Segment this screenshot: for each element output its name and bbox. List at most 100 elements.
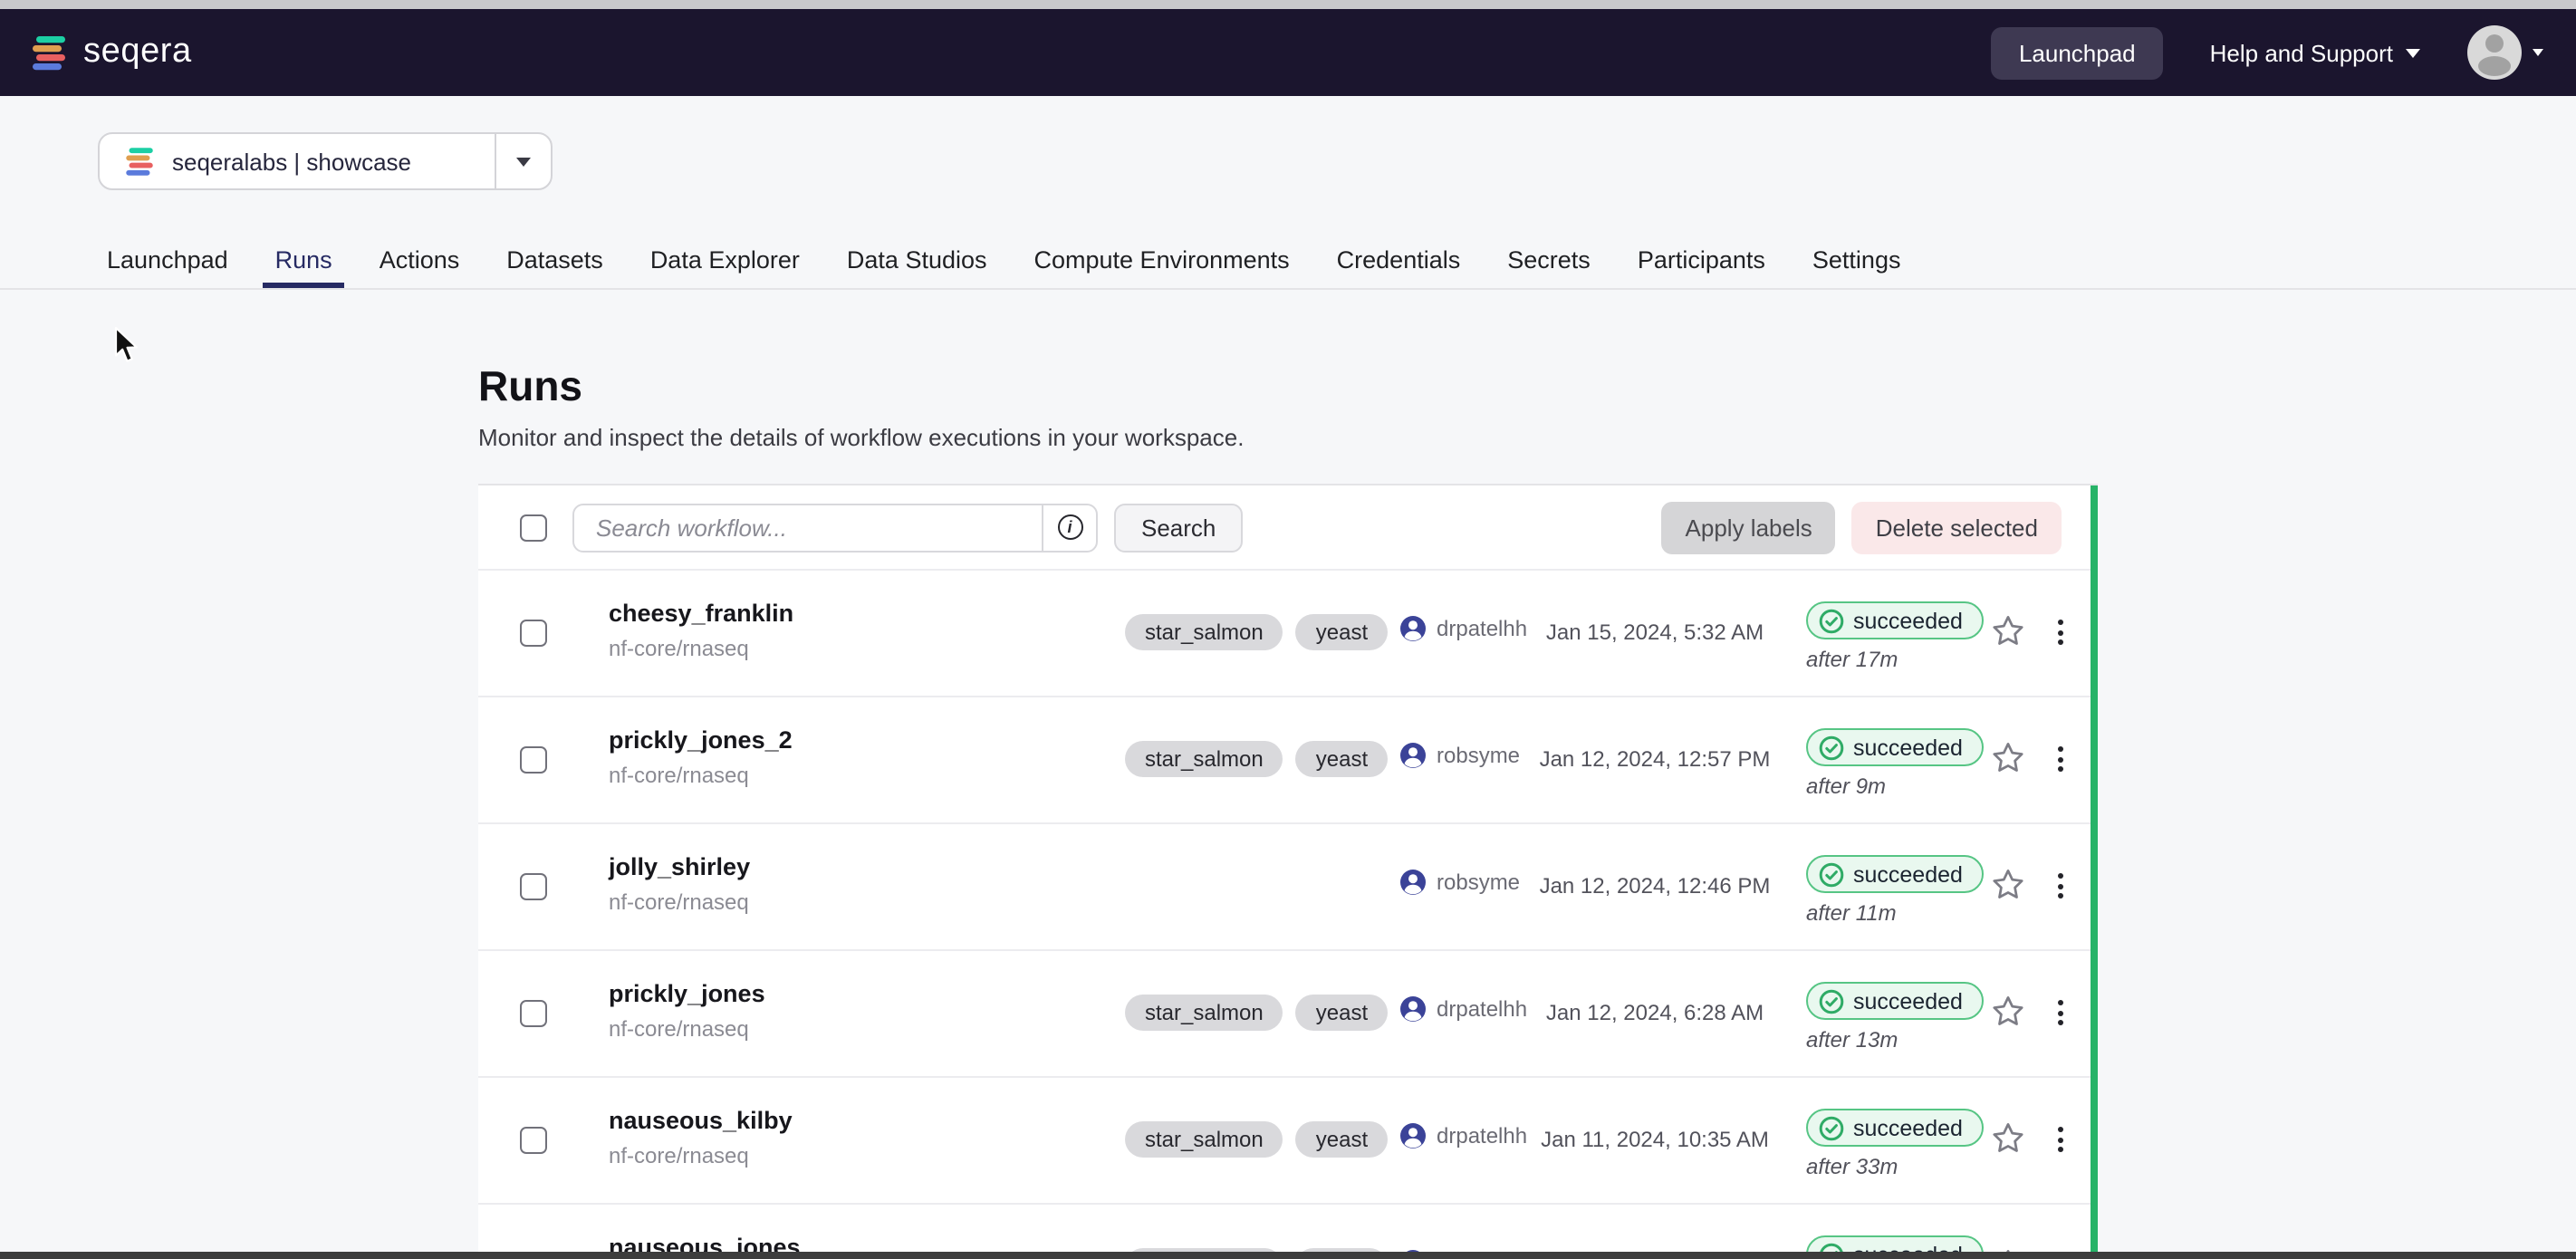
seqera-logo-icon bbox=[123, 145, 156, 178]
kebab-menu-icon[interactable] bbox=[2047, 868, 2072, 904]
run-labels: star_salmonyeast bbox=[1125, 1121, 1388, 1158]
label-pill: star_salmon bbox=[1125, 1121, 1283, 1158]
tab-data-explorer[interactable]: Data Explorer bbox=[638, 245, 812, 288]
status-badge: succeeded bbox=[1806, 1109, 1985, 1147]
run-row[interactable]: prickly_jones_2 nf-core/rnaseq star_salm… bbox=[478, 696, 2098, 822]
delete-selected-button[interactable]: Delete selected bbox=[1852, 501, 2062, 553]
label-pill: yeast bbox=[1296, 995, 1388, 1031]
run-date: Jan 12, 2024, 6:28 AM bbox=[1514, 1000, 1795, 1025]
workspace-selector[interactable]: seqeralabs | showcase bbox=[98, 132, 553, 190]
row-checkbox[interactable] bbox=[520, 746, 547, 774]
chevron-down-icon bbox=[2533, 49, 2543, 56]
top-navbar: seqera Launchpad Help and Support bbox=[0, 9, 2576, 96]
label-pill: yeast bbox=[1296, 614, 1388, 650]
run-name: jolly_shirley bbox=[609, 853, 750, 880]
window-top-edge bbox=[0, 0, 2576, 9]
table-accent-bar bbox=[2091, 485, 2098, 1259]
runs-table-card: i Search Apply labels Delete selected ch… bbox=[478, 484, 2098, 1259]
run-user-name: robsyme bbox=[1437, 870, 1520, 895]
run-status: succeeded bbox=[1806, 982, 1985, 1023]
search-button[interactable]: Search bbox=[1114, 503, 1243, 552]
star-button[interactable] bbox=[1989, 739, 2025, 775]
star-button[interactable] bbox=[1989, 612, 2025, 649]
select-all-checkbox[interactable] bbox=[520, 514, 547, 541]
run-user: drpatelhh bbox=[1400, 1123, 1527, 1148]
run-user: drpatelhh bbox=[1400, 996, 1527, 1022]
check-circle-icon bbox=[1819, 608, 1844, 633]
status-badge: succeeded bbox=[1806, 855, 1985, 893]
status-label: succeeded bbox=[1853, 1115, 1963, 1140]
run-status: succeeded bbox=[1806, 1109, 1985, 1149]
launchpad-button[interactable]: Launchpad bbox=[1992, 26, 2163, 79]
label-pill: yeast bbox=[1296, 741, 1388, 777]
run-name: nauseous_kilby bbox=[609, 1107, 793, 1134]
tab-actions[interactable]: Actions bbox=[367, 245, 473, 288]
row-checkbox[interactable] bbox=[520, 873, 547, 900]
label-pill: star_salmon bbox=[1125, 995, 1283, 1031]
kebab-menu-icon[interactable] bbox=[2047, 995, 2072, 1031]
run-row[interactable]: nauseous_jones nf-core/rnaseq star_salmo… bbox=[478, 1203, 2098, 1259]
workspace-dropdown-toggle[interactable] bbox=[495, 134, 551, 188]
status-label: succeeded bbox=[1853, 861, 1963, 887]
row-checkbox[interactable] bbox=[520, 1127, 547, 1154]
label-pill: star_salmon bbox=[1125, 614, 1283, 650]
run-date: Jan 15, 2024, 5:32 AM bbox=[1514, 620, 1795, 645]
run-user: robsyme bbox=[1400, 743, 1520, 768]
tab-participants[interactable]: Participants bbox=[1625, 245, 1778, 288]
apply-labels-button[interactable]: Apply labels bbox=[1662, 501, 1836, 553]
kebab-menu-icon[interactable] bbox=[2047, 614, 2072, 650]
window-bottom-edge bbox=[0, 1252, 2576, 1259]
tab-settings[interactable]: Settings bbox=[1800, 245, 1914, 288]
run-status: succeeded bbox=[1806, 728, 1985, 769]
tab-compute-environments[interactable]: Compute Environments bbox=[1022, 245, 1302, 288]
run-duration: after 13m bbox=[1806, 1027, 1898, 1052]
avatar bbox=[2467, 25, 2522, 80]
status-badge: succeeded bbox=[1806, 728, 1985, 766]
star-button[interactable] bbox=[1989, 1120, 2025, 1156]
search-info[interactable]: i bbox=[1042, 505, 1096, 550]
run-pipeline: nf-core/rnaseq bbox=[609, 889, 749, 915]
search-group: i bbox=[572, 503, 1098, 552]
status-badge: succeeded bbox=[1806, 982, 1985, 1020]
run-pipeline: nf-core/rnaseq bbox=[609, 636, 749, 661]
help-and-support-label: Help and Support bbox=[2210, 39, 2393, 66]
run-date: Jan 11, 2024, 10:35 AM bbox=[1514, 1127, 1795, 1152]
star-icon bbox=[1990, 994, 2024, 1028]
seqera-brand[interactable]: seqera bbox=[29, 33, 192, 72]
user-icon bbox=[1400, 616, 1426, 641]
brand-name: seqera bbox=[83, 34, 192, 72]
run-row[interactable]: jolly_shirley nf-core/rnaseq robsyme Jan… bbox=[478, 822, 2098, 949]
kebab-menu-icon[interactable] bbox=[2047, 741, 2072, 777]
label-pill: star_salmon bbox=[1125, 741, 1283, 777]
star-icon bbox=[1990, 867, 2024, 901]
run-date: Jan 12, 2024, 12:46 PM bbox=[1514, 873, 1795, 899]
tab-data-studios[interactable]: Data Studios bbox=[834, 245, 1000, 288]
screen: seqera Launchpad Help and Support bbox=[0, 0, 2576, 1259]
run-row[interactable]: prickly_jones nf-core/rnaseq star_salmon… bbox=[478, 949, 2098, 1076]
tab-launchpad[interactable]: Launchpad bbox=[94, 245, 241, 288]
row-checkbox[interactable] bbox=[520, 620, 547, 647]
star-button[interactable] bbox=[1989, 866, 2025, 902]
run-user-name: robsyme bbox=[1437, 743, 1520, 768]
tab-runs[interactable]: Runs bbox=[263, 245, 345, 288]
page-subtitle: Monitor and inspect the details of workf… bbox=[478, 422, 2098, 453]
row-checkbox[interactable] bbox=[520, 1000, 547, 1027]
tab-credentials[interactable]: Credentials bbox=[1324, 245, 1474, 288]
status-label: succeeded bbox=[1853, 988, 1963, 1014]
star-button[interactable] bbox=[1989, 993, 2025, 1029]
user-icon bbox=[1400, 996, 1426, 1022]
check-circle-icon bbox=[1819, 1115, 1844, 1140]
kebab-menu-icon[interactable] bbox=[2047, 1121, 2072, 1158]
run-row[interactable]: cheesy_franklin nf-core/rnaseq star_salm… bbox=[478, 569, 2098, 696]
workspace-name: seqeralabs | showcase bbox=[172, 148, 411, 175]
main-content: Runs Monitor and inspect the details of … bbox=[478, 359, 2098, 1259]
user-icon bbox=[1400, 743, 1426, 768]
search-input[interactable] bbox=[574, 505, 1042, 550]
run-status: succeeded bbox=[1806, 601, 1985, 642]
help-and-support-menu[interactable]: Help and Support bbox=[2210, 39, 2420, 66]
run-row[interactable]: nauseous_kilby nf-core/rnaseq star_salmo… bbox=[478, 1076, 2098, 1203]
run-name: prickly_jones bbox=[609, 980, 765, 1007]
tab-datasets[interactable]: Datasets bbox=[494, 245, 616, 288]
tab-secrets[interactable]: Secrets bbox=[1495, 245, 1603, 288]
user-menu[interactable] bbox=[2467, 25, 2543, 80]
